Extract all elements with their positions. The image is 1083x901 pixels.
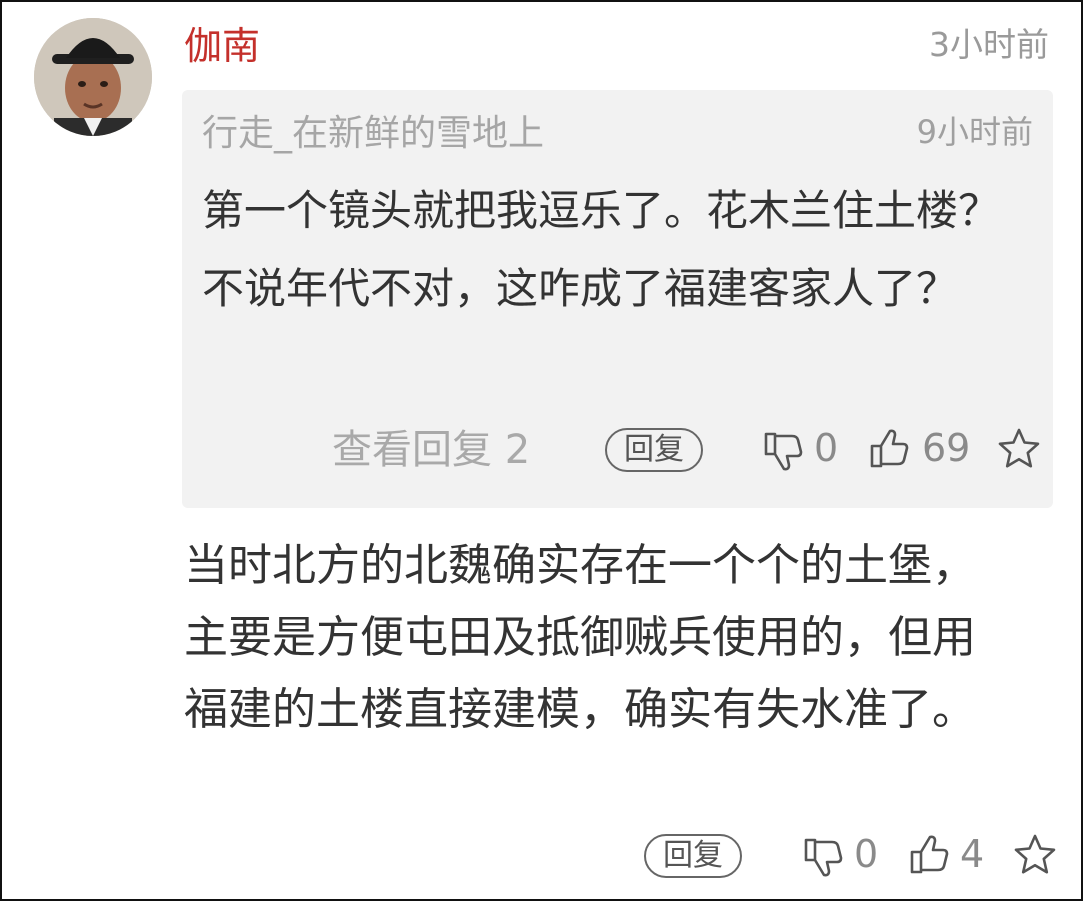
view-replies-link[interactable]: 查看回复 2: [332, 424, 530, 476]
quoted-time: 9小时前: [916, 113, 1033, 151]
thumb-down-icon[interactable]: [760, 428, 804, 472]
comment-card: 伽南 3小时前 行走_在新鲜的雪地上 9小时前 第一个镜头就把我逗乐了。花木兰住…: [0, 0, 1083, 901]
reply-button[interactable]: 回复: [644, 834, 742, 878]
comment-username[interactable]: 伽南: [184, 22, 260, 70]
quoted-like-count: 69: [922, 426, 971, 470]
quoted-text: 第一个镜头就把我逗乐了。花木兰住土楼？不说年代不对，这咋成了福建客家人了？: [202, 186, 1001, 313]
thumb-up-icon[interactable]: [906, 834, 950, 878]
avatar[interactable]: [34, 18, 152, 136]
like-count: 4: [960, 832, 985, 876]
dislike-count: 0: [854, 832, 879, 876]
comment-text: 当时北方的北魏确实存在一个个的土堡，主要是方便屯田及抵御贼兵使用的，但用福建的土…: [184, 540, 976, 735]
quoted-comment: 行走_在新鲜的雪地上 9小时前 第一个镜头就把我逗乐了。花木兰住土楼？不说年代不…: [182, 90, 1053, 508]
star-icon[interactable]: [996, 426, 1042, 472]
quoted-dislike-count: 0: [814, 426, 839, 470]
comment-time: 3小时前: [929, 25, 1049, 64]
thumb-up-icon[interactable]: [866, 428, 910, 472]
quoted-reply-button[interactable]: 回复: [605, 428, 703, 472]
star-icon[interactable]: [1012, 832, 1058, 878]
quoted-username[interactable]: 行走_在新鲜的雪地上: [202, 110, 544, 158]
avatar-image: [34, 18, 152, 136]
thumb-down-icon[interactable]: [800, 834, 844, 878]
